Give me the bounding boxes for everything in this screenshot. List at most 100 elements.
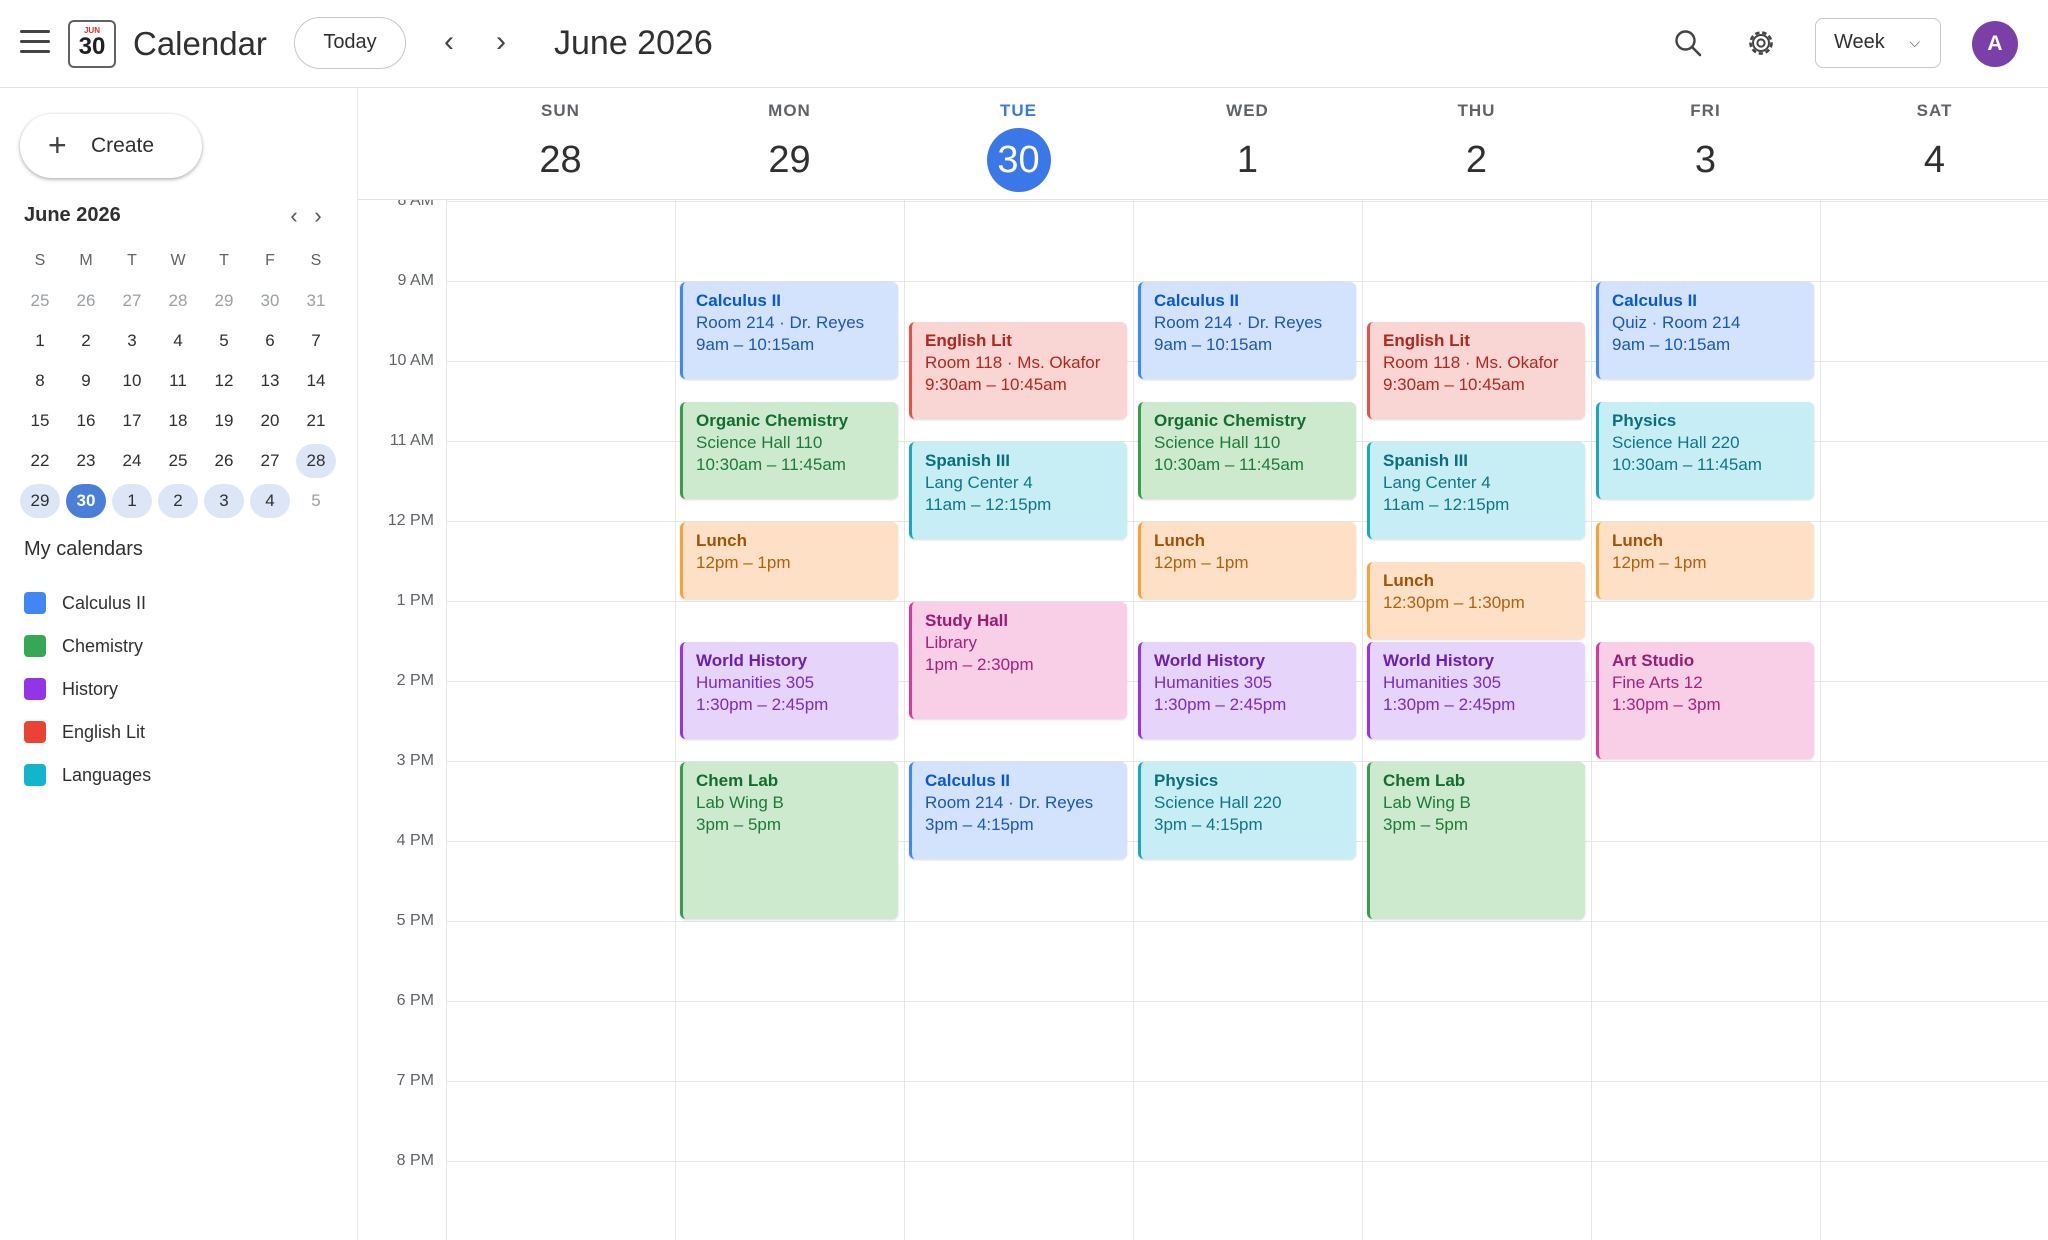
event-card[interactable]: Physics Science Hall 220 3pm – 4:15pm: [1138, 762, 1356, 859]
calendar-item[interactable]: History: [24, 674, 118, 704]
mini-day[interactable]: 1: [112, 484, 152, 518]
mini-day[interactable]: 30: [66, 484, 106, 518]
day-header[interactable]: FRI 3: [1593, 100, 1819, 192]
mini-day[interactable]: 14: [296, 364, 336, 398]
event-card[interactable]: Calculus II Room 214 · Dr. Reyes 9am – 10:…: [680, 282, 898, 379]
event-card[interactable]: World History Humanities 305 1:30pm – 2:45…: [1138, 642, 1356, 739]
calendar-color-swatch[interactable]: [24, 677, 46, 700]
mini-day[interactable]: 23: [66, 444, 106, 478]
event-card[interactable]: Organic Chemistry Science Hall 110 10:30am…: [680, 402, 898, 499]
day-date[interactable]: 28: [529, 128, 593, 192]
mini-day[interactable]: 10: [112, 364, 152, 398]
mini-day[interactable]: 5: [204, 324, 244, 358]
mini-day[interactable]: 15: [20, 404, 60, 438]
gear-icon[interactable]: [1745, 27, 1777, 59]
day-date[interactable]: 29: [758, 128, 822, 192]
mini-day[interactable]: 1: [20, 324, 60, 358]
mini-day[interactable]: 8: [20, 364, 60, 398]
mini-day[interactable]: 17: [112, 404, 152, 438]
day-header[interactable]: THU 2: [1364, 100, 1590, 192]
event-card[interactable]: Calculus II Quiz · Room 214 9am – 10:15am: [1596, 282, 1814, 379]
mini-day[interactable]: 13: [250, 364, 290, 398]
mini-day[interactable]: 16: [66, 404, 106, 438]
mini-day[interactable]: 29: [204, 284, 244, 318]
day-date[interactable]: 2: [1445, 128, 1509, 192]
event-card[interactable]: Lunch 12pm – 1pm: [1138, 522, 1356, 599]
mini-day[interactable]: 18: [158, 404, 198, 438]
mini-day[interactable]: 7: [296, 324, 336, 358]
event-card[interactable]: Spanish III Lang Center 4 11am – 12:15pm: [909, 442, 1127, 539]
mini-day[interactable]: 28: [296, 444, 336, 478]
previous-week-chevron-icon[interactable]: ‹: [434, 27, 464, 58]
day-date[interactable]: 1: [1216, 128, 1280, 192]
mini-day[interactable]: 27: [112, 284, 152, 318]
event-card[interactable]: World History Humanities 305 1:30pm – 2:45…: [1367, 642, 1585, 739]
event-card[interactable]: Organic Chemistry Science Hall 110 10:30am…: [1138, 402, 1356, 499]
mini-day[interactable]: 22: [20, 444, 60, 478]
calendar-color-swatch[interactable]: [24, 591, 46, 614]
mini-prev-month-chevron-icon[interactable]: ‹: [284, 204, 304, 228]
mini-day[interactable]: 9: [66, 364, 106, 398]
day-date[interactable]: 3: [1674, 128, 1738, 192]
event-card[interactable]: Lunch 12:30pm – 1:30pm: [1367, 562, 1585, 639]
event-card[interactable]: English Lit Room 118 · Ms. Okafor 9:30am –…: [1367, 322, 1585, 419]
mini-day[interactable]: 20: [250, 404, 290, 438]
mini-day[interactable]: 26: [204, 444, 244, 478]
mini-day[interactable]: 2: [66, 324, 106, 358]
calendar-item[interactable]: Languages: [24, 760, 151, 790]
mini-day[interactable]: 28: [158, 284, 198, 318]
day-date[interactable]: 4: [1903, 128, 1967, 192]
event-card[interactable]: Chem Lab Lab Wing B 3pm – 5pm: [1367, 762, 1585, 919]
mini-day[interactable]: 3: [204, 484, 244, 518]
event-card[interactable]: Spanish III Lang Center 4 11am – 12:15pm: [1367, 442, 1585, 539]
mini-day[interactable]: 12: [204, 364, 244, 398]
calendar-item[interactable]: English Lit: [24, 717, 145, 747]
mini-day[interactable]: 25: [158, 444, 198, 478]
event-card[interactable]: Art Studio Fine Arts 12 1:30pm – 3pm: [1596, 642, 1814, 759]
mini-day[interactable]: 21: [296, 404, 336, 438]
mini-day[interactable]: 11: [158, 364, 198, 398]
day-header[interactable]: SUN 28: [448, 100, 674, 192]
main-menu-icon[interactable]: [20, 30, 50, 54]
calendar-item[interactable]: Chemistry: [24, 631, 143, 661]
mini-day[interactable]: 4: [250, 484, 290, 518]
event-card[interactable]: Lunch 12pm – 1pm: [1596, 522, 1814, 599]
mini-day[interactable]: 30: [250, 284, 290, 318]
mini-day[interactable]: 4: [158, 324, 198, 358]
mini-day[interactable]: 29: [20, 484, 60, 518]
event-card[interactable]: Lunch 12pm – 1pm: [680, 522, 898, 599]
mini-day[interactable]: 24: [112, 444, 152, 478]
today-button[interactable]: Today: [294, 17, 406, 69]
calendar-color-swatch[interactable]: [24, 720, 46, 743]
mini-next-month-chevron-icon[interactable]: ›: [308, 204, 328, 228]
calendar-color-swatch[interactable]: [24, 763, 46, 786]
next-week-chevron-icon[interactable]: ›: [486, 27, 516, 58]
account-avatar[interactable]: A: [1972, 21, 2018, 67]
calendar-color-swatch[interactable]: [24, 634, 46, 657]
event-card[interactable]: Calculus II Room 214 · Dr. Reyes 3pm – 4:1…: [909, 762, 1127, 859]
event-card[interactable]: English Lit Room 118 · Ms. Okafor 9:30am –…: [909, 322, 1127, 419]
mini-day[interactable]: 2: [158, 484, 198, 518]
event-card[interactable]: Calculus II Room 214 · Dr. Reyes 9am – 10:…: [1138, 282, 1356, 379]
mini-day[interactable]: 3: [112, 324, 152, 358]
mini-day[interactable]: 5: [296, 484, 336, 518]
day-header[interactable]: MON 29: [677, 100, 903, 192]
event-card[interactable]: Study Hall Library 1pm – 2:30pm: [909, 602, 1127, 719]
create-button[interactable]: + Create: [20, 114, 202, 178]
mini-day[interactable]: 6: [250, 324, 290, 358]
mini-day[interactable]: 26: [66, 284, 106, 318]
day-header[interactable]: SAT 4: [1822, 100, 2048, 192]
day-header[interactable]: WED 1: [1135, 100, 1361, 192]
mini-day[interactable]: 27: [250, 444, 290, 478]
day-date[interactable]: 30: [986, 128, 1051, 192]
mini-day[interactable]: 19: [204, 404, 244, 438]
calendar-item[interactable]: Calculus II: [24, 588, 146, 618]
day-header[interactable]: TUE 30: [906, 100, 1132, 192]
event-card[interactable]: World History Humanities 305 1:30pm – 2:45…: [680, 642, 898, 739]
search-icon[interactable]: [1673, 28, 1703, 58]
mini-day[interactable]: 25: [20, 284, 60, 318]
event-card[interactable]: Physics Science Hall 220 10:30am – 11:45am: [1596, 402, 1814, 499]
mini-day[interactable]: 31: [296, 284, 336, 318]
event-card[interactable]: Chem Lab Lab Wing B 3pm – 5pm: [680, 762, 898, 919]
view-selector[interactable]: Week ⌵: [1815, 18, 1941, 68]
